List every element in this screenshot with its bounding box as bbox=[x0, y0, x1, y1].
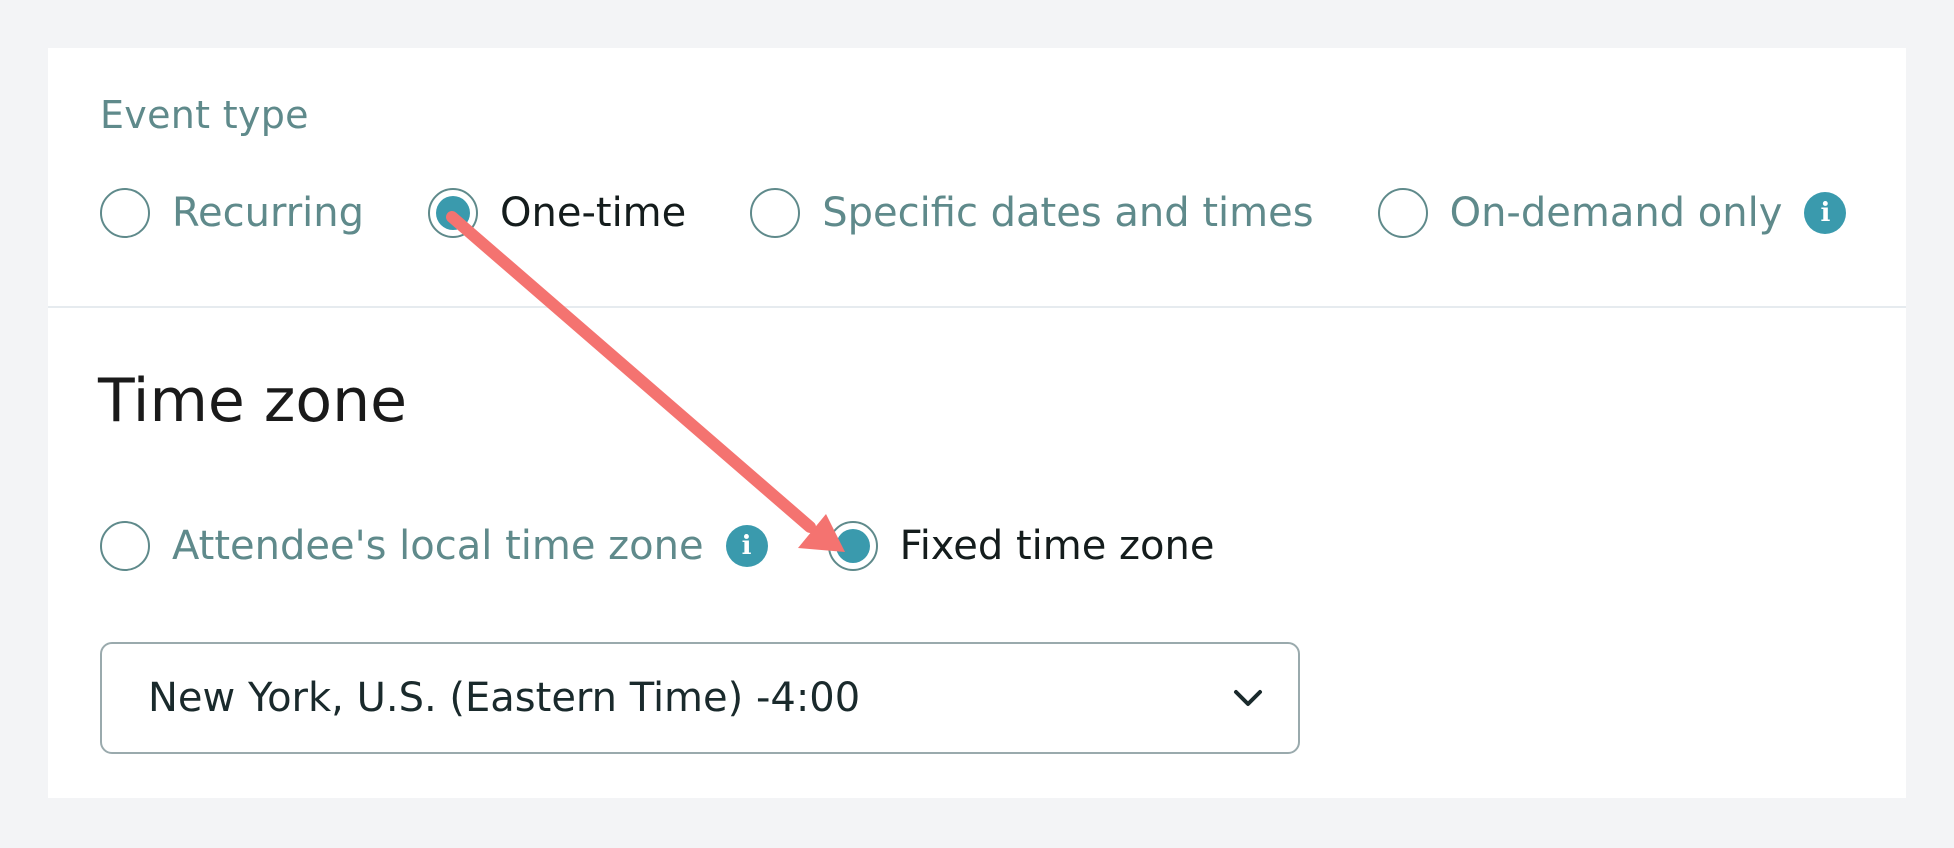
event-type-label: Event type bbox=[100, 93, 309, 137]
radio-one-time[interactable] bbox=[428, 188, 478, 238]
option-label-specific-dates: Specific dates and times bbox=[822, 190, 1314, 236]
event-type-option-specific-dates[interactable]: Specific dates and times bbox=[750, 188, 1314, 238]
option-label-local-time-zone: Attendee's local time zone bbox=[172, 523, 704, 569]
time-zone-option-fixed[interactable]: Fixed time zone bbox=[827, 521, 1215, 571]
radio-local-time-zone[interactable] bbox=[100, 521, 150, 571]
option-label-recurring: Recurring bbox=[172, 190, 364, 236]
info-icon[interactable]: i bbox=[725, 525, 768, 567]
section-divider bbox=[48, 306, 1906, 308]
chevron-down-icon bbox=[1234, 690, 1262, 706]
option-label-fixed-time-zone: Fixed time zone bbox=[899, 523, 1215, 569]
time-zone-select[interactable]: New York, U.S. (Eastern Time) -4:00 bbox=[100, 642, 1300, 754]
info-icon[interactable]: i bbox=[1804, 192, 1847, 234]
time-zone-option-local[interactable]: Attendee's local time zone i bbox=[100, 521, 768, 571]
radio-on-demand[interactable] bbox=[1377, 188, 1428, 238]
time-zone-heading: Time zone bbox=[98, 366, 408, 436]
radio-specific-dates[interactable] bbox=[750, 188, 801, 238]
event-type-option-on-demand[interactable]: On-demand only i bbox=[1377, 188, 1847, 238]
time-zone-radio-group: Attendee's local time zone i Fixed time … bbox=[100, 521, 1278, 571]
radio-recurring[interactable] bbox=[100, 188, 150, 238]
radio-fixed-time-zone[interactable] bbox=[827, 521, 878, 571]
time-zone-select-value: New York, U.S. (Eastern Time) -4:00 bbox=[148, 675, 861, 721]
event-type-option-recurring[interactable]: Recurring bbox=[100, 188, 364, 238]
event-type-option-one-time[interactable]: One-time bbox=[428, 188, 686, 238]
option-label-one-time: One-time bbox=[500, 190, 687, 236]
option-label-on-demand: On-demand only bbox=[1449, 190, 1783, 236]
event-settings-card: Event type Recurring One-time Specific d… bbox=[48, 48, 1906, 798]
event-type-radio-group: Recurring One-time Specific dates and ti… bbox=[100, 188, 1847, 238]
